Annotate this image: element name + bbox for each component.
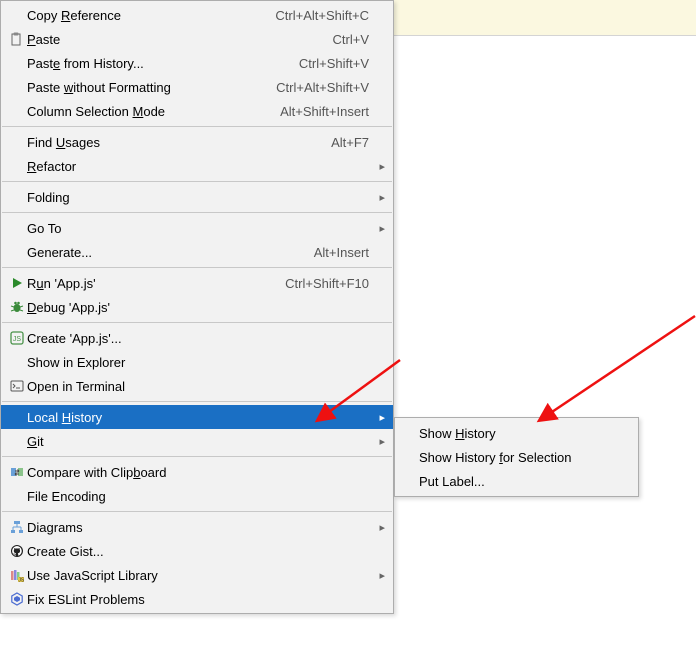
context-menu: Copy Reference Ctrl+Alt+Shift+C Paste Ct…: [0, 0, 394, 614]
label: Find Usages: [27, 135, 311, 150]
separator: [2, 322, 392, 323]
label: Git: [27, 434, 369, 449]
js-file-icon: JS: [7, 331, 27, 345]
label: Local History: [27, 410, 369, 425]
shortcut: Ctrl+V: [333, 32, 369, 47]
label: Folding: [27, 190, 369, 205]
shortcut: Alt+Insert: [314, 245, 369, 260]
separator: [2, 126, 392, 127]
label: Copy Reference: [27, 8, 255, 23]
menu-item-create-run-config[interactable]: JS Create 'App.js'...: [1, 326, 393, 350]
submenu-item-show-history-selection[interactable]: Show History for Selection: [395, 445, 638, 469]
label: Paste from History...: [27, 56, 279, 71]
menu-item-local-history[interactable]: Local History ▸: [1, 405, 393, 429]
label: Show in Explorer: [27, 355, 369, 370]
submenu-arrow-icon: ▸: [379, 521, 385, 534]
menu-item-git[interactable]: Git ▸: [1, 429, 393, 453]
menu-item-generate[interactable]: Generate... Alt+Insert: [1, 240, 393, 264]
menu-item-find-usages[interactable]: Find Usages Alt+F7: [1, 130, 393, 154]
github-icon: [7, 544, 27, 558]
diff-icon: [7, 465, 27, 479]
label: Paste: [27, 32, 313, 47]
shortcut: Ctrl+Shift+F10: [285, 276, 369, 291]
menu-item-show-explorer[interactable]: Show in Explorer: [1, 350, 393, 374]
label: Compare with Clipboard: [27, 465, 369, 480]
local-history-submenu: Show History Show History for Selection …: [394, 417, 639, 497]
label: Diagrams: [27, 520, 369, 535]
menu-item-goto[interactable]: Go To ▸: [1, 216, 393, 240]
menu-item-copy-reference[interactable]: Copy Reference Ctrl+Alt+Shift+C: [1, 3, 393, 27]
shortcut: Alt+F7: [331, 135, 369, 150]
label: Use JavaScript Library: [27, 568, 369, 583]
label: Create 'App.js'...: [27, 331, 369, 346]
separator: [2, 212, 392, 213]
separator: [2, 456, 392, 457]
menu-item-run[interactable]: Run 'App.js' Ctrl+Shift+F10: [1, 271, 393, 295]
menu-item-folding[interactable]: Folding ▸: [1, 185, 393, 209]
shortcut: Alt+Shift+Insert: [280, 104, 369, 119]
label: Put Label...: [419, 474, 614, 489]
menu-item-open-terminal[interactable]: Open in Terminal: [1, 374, 393, 398]
menu-item-compare-clipboard[interactable]: Compare with Clipboard: [1, 460, 393, 484]
label: Paste without Formatting: [27, 80, 256, 95]
debug-icon: [7, 300, 27, 314]
label: Generate...: [27, 245, 294, 260]
label: Run 'App.js': [27, 276, 265, 291]
submenu-arrow-icon: ▸: [379, 411, 385, 424]
menu-item-refactor[interactable]: Refactor ▸: [1, 154, 393, 178]
label: Fix ESLint Problems: [27, 592, 369, 607]
label: Column Selection Mode: [27, 104, 260, 119]
submenu-item-put-label[interactable]: Put Label...: [395, 469, 638, 493]
submenu-arrow-icon: ▸: [379, 569, 385, 582]
label: Refactor: [27, 159, 369, 174]
label: Go To: [27, 221, 369, 236]
menu-item-paste-no-fmt[interactable]: Paste without Formatting Ctrl+Alt+Shift+…: [1, 75, 393, 99]
label: Create Gist...: [27, 544, 369, 559]
menu-item-create-gist[interactable]: Create Gist...: [1, 539, 393, 563]
menu-item-js-library[interactable]: JS Use JavaScript Library ▸: [1, 563, 393, 587]
label: Show History: [419, 426, 614, 441]
svg-text:JS: JS: [13, 336, 22, 343]
submenu-arrow-icon: ▸: [379, 160, 385, 173]
shortcut: Ctrl+Alt+Shift+V: [276, 80, 369, 95]
menu-item-paste[interactable]: Paste Ctrl+V: [1, 27, 393, 51]
submenu-arrow-icon: ▸: [379, 435, 385, 448]
separator: [2, 267, 392, 268]
menu-item-col-sel-mode[interactable]: Column Selection Mode Alt+Shift+Insert: [1, 99, 393, 123]
menu-item-fix-eslint[interactable]: Fix ESLint Problems: [1, 587, 393, 611]
label: Open in Terminal: [27, 379, 369, 394]
label: File Encoding: [27, 489, 369, 504]
diagram-icon: [7, 520, 27, 534]
label: Show History for Selection: [419, 450, 614, 465]
menu-item-debug[interactable]: Debug 'App.js': [1, 295, 393, 319]
label: Debug 'App.js': [27, 300, 369, 315]
separator: [2, 511, 392, 512]
submenu-item-show-history[interactable]: Show History: [395, 421, 638, 445]
shortcut: Ctrl+Alt+Shift+C: [275, 8, 369, 23]
run-icon: [7, 277, 27, 289]
svg-text:JS: JS: [18, 577, 24, 582]
submenu-arrow-icon: ▸: [379, 191, 385, 204]
js-books-icon: JS: [7, 568, 27, 582]
separator: [2, 401, 392, 402]
eslint-icon: [7, 592, 27, 606]
menu-item-paste-history[interactable]: Paste from History... Ctrl+Shift+V: [1, 51, 393, 75]
shortcut: Ctrl+Shift+V: [299, 56, 369, 71]
separator: [2, 181, 392, 182]
menu-item-diagrams[interactable]: Diagrams ▸: [1, 515, 393, 539]
paste-icon: [7, 32, 27, 46]
submenu-arrow-icon: ▸: [379, 222, 385, 235]
menu-item-file-encoding[interactable]: File Encoding: [1, 484, 393, 508]
terminal-icon: [7, 379, 27, 393]
